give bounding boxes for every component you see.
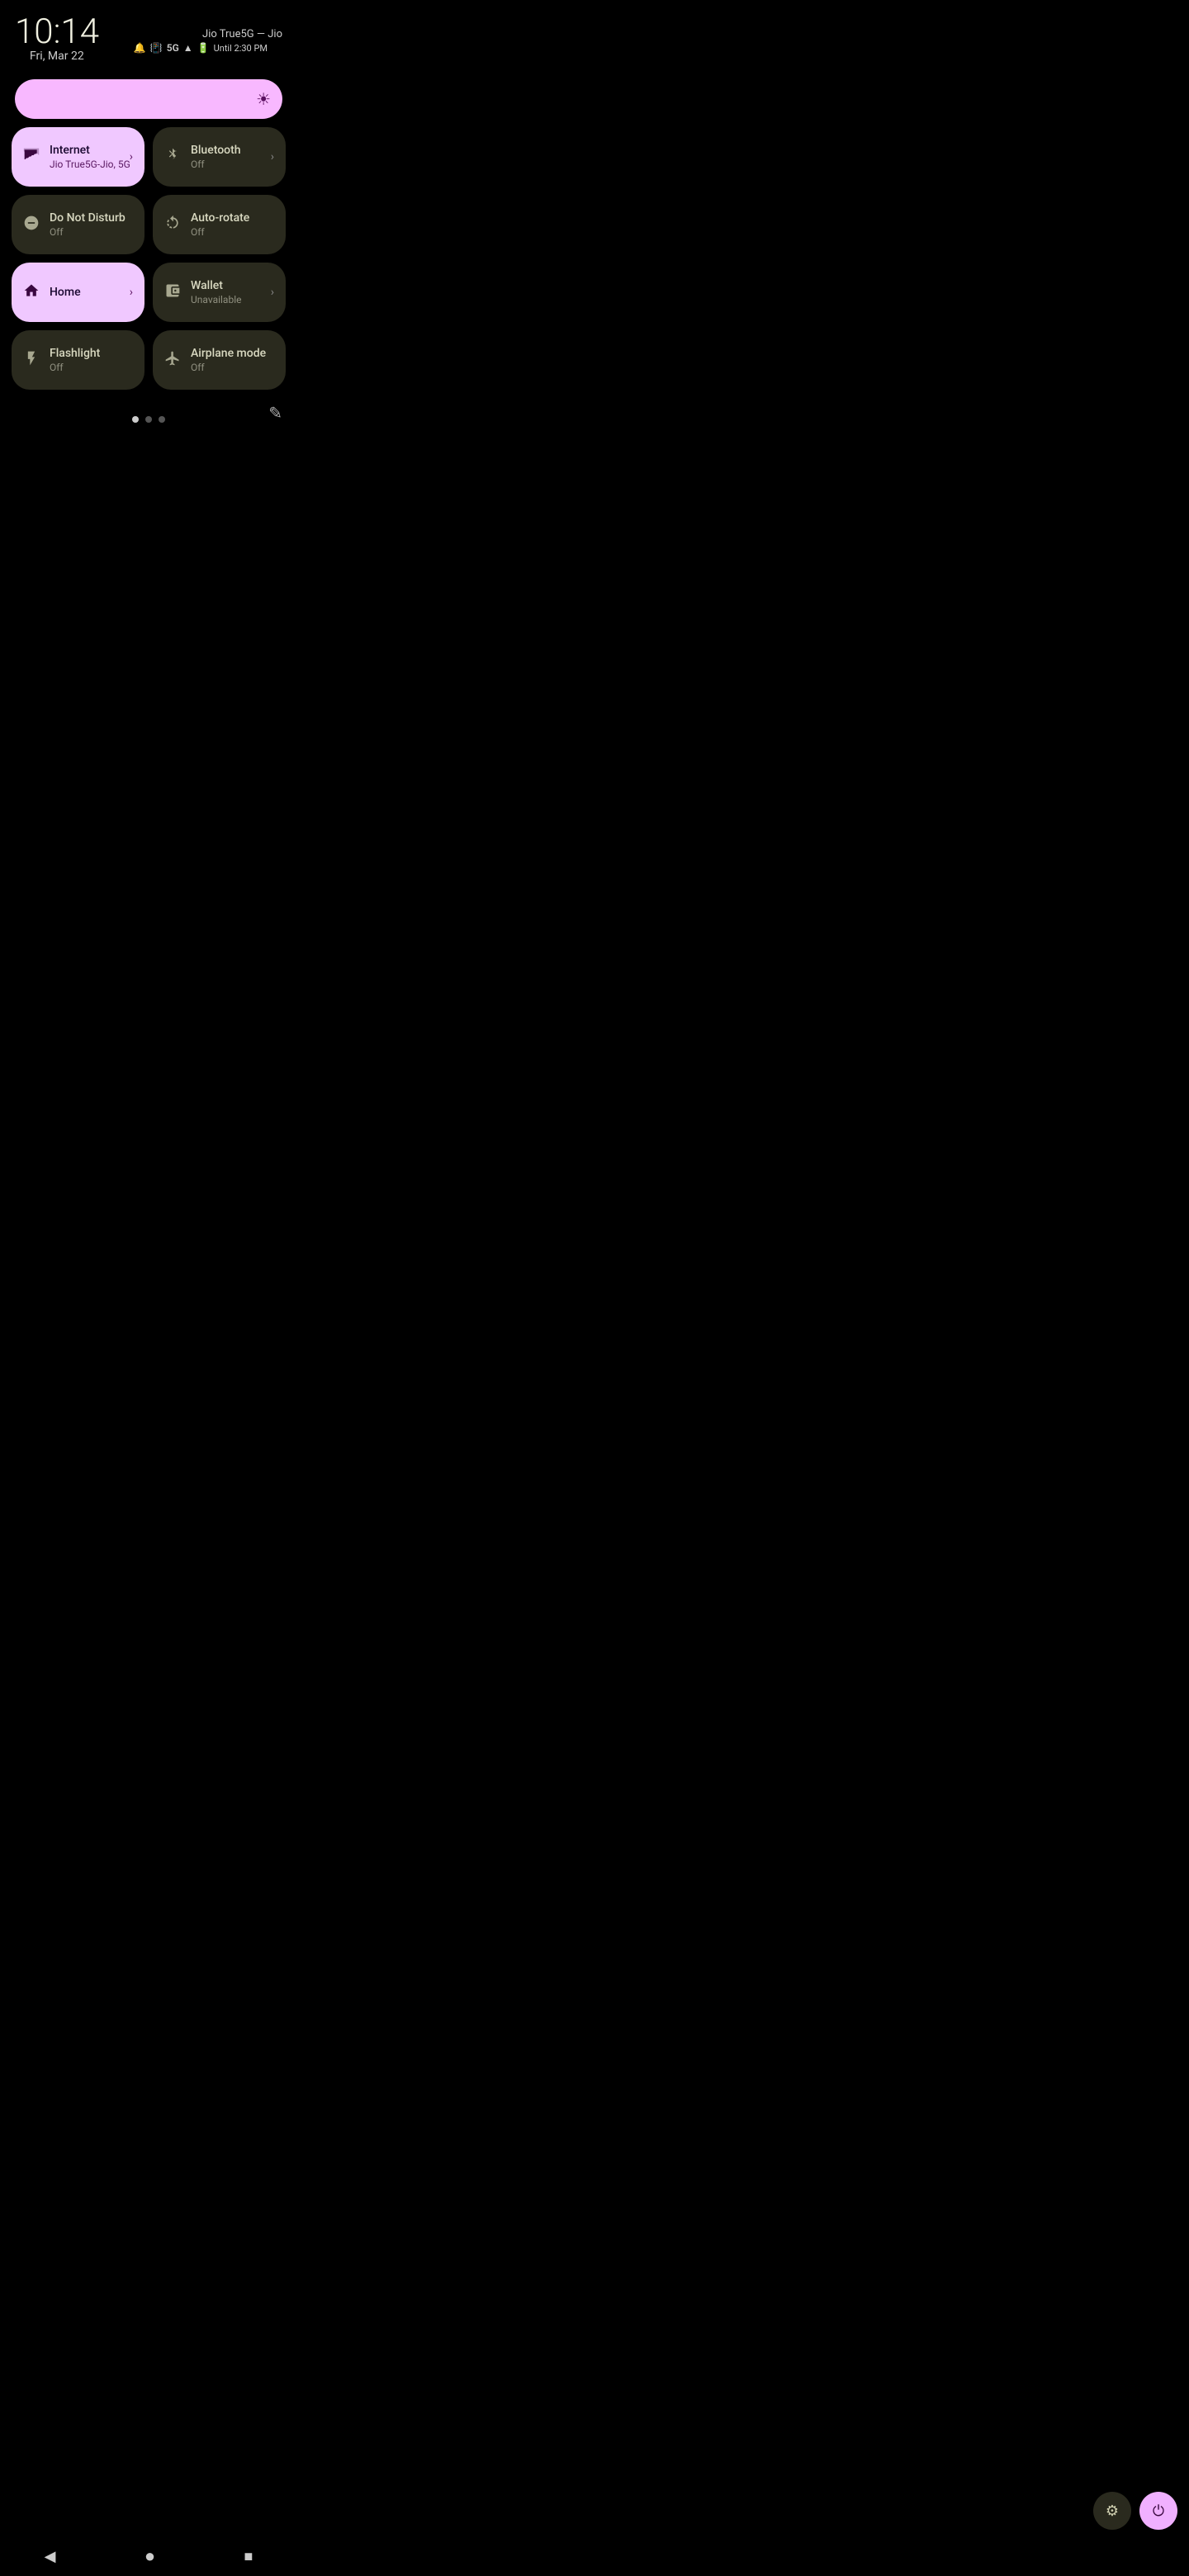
auto-rotate-label: Auto-rotate [191, 211, 274, 225]
page-dot-3[interactable] [159, 416, 165, 423]
auto-rotate-sublabel: Off [191, 226, 274, 238]
tile-airplane-mode[interactable]: Airplane mode Off [153, 330, 286, 390]
page-dots [132, 416, 165, 423]
navigation-bar: ◀ ● ■ [0, 2536, 297, 2576]
tile-auto-rotate[interactable]: Auto-rotate Off [153, 195, 286, 254]
flashlight-label: Flashlight [50, 347, 133, 361]
wallet-label: Wallet [191, 279, 274, 293]
page-dot-1[interactable] [132, 416, 139, 423]
internet-arrow-icon: › [130, 150, 133, 163]
wallet-sublabel: Unavailable [191, 294, 274, 305]
wallet-icon [164, 282, 181, 303]
internet-icon [23, 147, 40, 168]
settings-button[interactable]: ⚙ [1093, 2492, 1131, 2530]
signal-icon: ▲ [183, 42, 193, 54]
brightness-slider[interactable]: ☀ [15, 79, 282, 119]
recent-apps-button[interactable]: ■ [244, 2548, 253, 2565]
bluetooth-icon [164, 147, 181, 168]
airplane-mode-sublabel: Off [191, 362, 274, 373]
page-dot-2[interactable] [145, 416, 152, 423]
tile-internet[interactable]: Internet Jio True5G-Jio, 5G › [12, 127, 144, 187]
home-button[interactable]: ● [144, 2545, 155, 2567]
bottom-action-buttons: ⚙ ⏻ [1093, 2492, 1177, 2530]
do-not-disturb-icon [23, 215, 40, 235]
do-not-disturb-label: Do Not Disturb [50, 211, 133, 225]
auto-rotate-icon [164, 215, 181, 235]
back-button[interactable]: ◀ [45, 2548, 56, 2565]
power-button[interactable]: ⏻ [1139, 2492, 1177, 2530]
network-type: 5G [167, 42, 179, 54]
home-icon [23, 282, 40, 303]
home-label: Home [50, 286, 133, 300]
internet-sublabel: Jio True5G-Jio, 5G [50, 159, 133, 170]
status-icons-row: 🔔 📳 5G ▲ 🔋 Until 2:30 PM [134, 42, 282, 54]
bluetooth-arrow-icon: › [271, 150, 274, 163]
do-not-disturb-sublabel: Off [50, 226, 133, 238]
tile-wallet[interactable]: Wallet Unavailable › [153, 263, 286, 322]
home-arrow-icon: › [130, 286, 133, 299]
wallet-arrow-icon: › [271, 286, 274, 299]
quick-tiles-grid: Internet Jio True5G-Jio, 5G › Bluetooth … [0, 127, 297, 390]
bluetooth-label: Bluetooth [191, 144, 274, 158]
internet-label: Internet [50, 144, 133, 158]
tile-bluetooth[interactable]: Bluetooth Off › [153, 127, 286, 187]
vibrate-icon: 📳 [150, 42, 163, 54]
time-display: 10:14 [15, 15, 99, 50]
battery-text: Until 2:30 PM [214, 43, 268, 54]
bluetooth-sublabel: Off [191, 159, 274, 170]
airplane-mode-label: Airplane mode [191, 347, 274, 361]
edit-button[interactable]: ✎ [268, 403, 282, 423]
page-indicator-row: ✎ [0, 403, 297, 423]
brightness-icon: ☀ [256, 89, 271, 109]
tile-do-not-disturb[interactable]: Do Not Disturb Off [12, 195, 144, 254]
flashlight-sublabel: Off [50, 362, 133, 373]
status-bar: 10:14 Fri, Mar 22 Jio True5G — Jio 🔔 📳 5… [0, 0, 297, 73]
airplane-mode-icon [164, 350, 181, 371]
alarm-icon: 🔔 [134, 42, 146, 54]
tile-flashlight[interactable]: Flashlight Off [12, 330, 144, 390]
tile-home[interactable]: Home › [12, 263, 144, 322]
flashlight-icon [23, 350, 40, 371]
battery-icon: 🔋 [197, 42, 210, 54]
date-display: Fri, Mar 22 [15, 50, 99, 69]
carrier-display: Jio True5G — Jio [134, 28, 282, 40]
